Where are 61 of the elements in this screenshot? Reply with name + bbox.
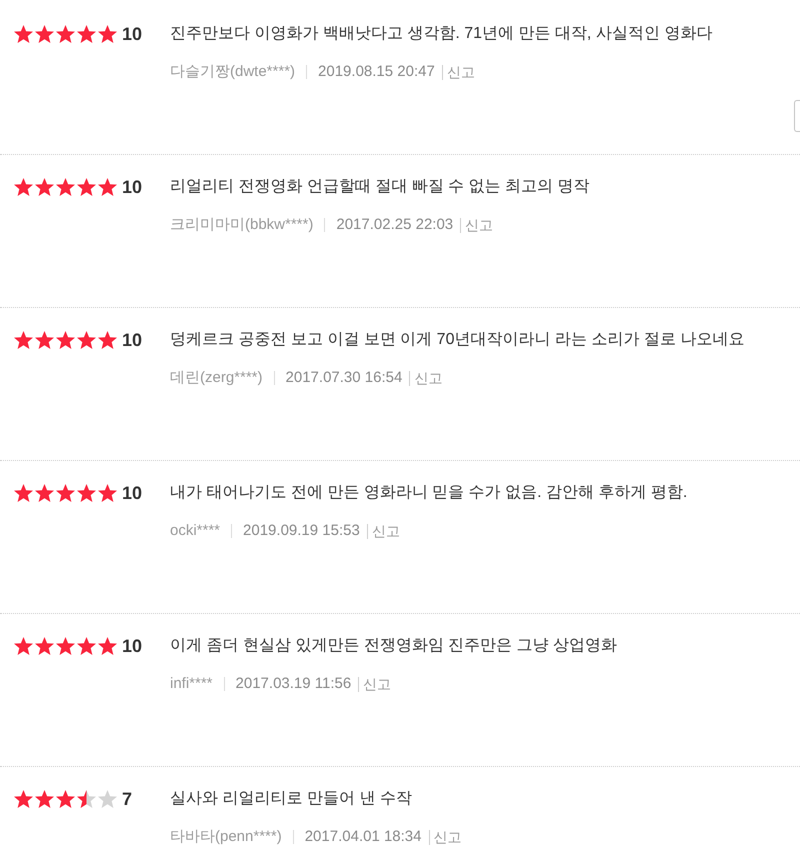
- star-icon: [14, 331, 33, 349]
- star-icon: [35, 484, 54, 502]
- star-icon: [56, 25, 75, 43]
- review-date: 2017.07.30 16:54: [286, 368, 402, 388]
- report-link[interactable]: 신고: [363, 674, 392, 694]
- star-icon: [77, 637, 96, 655]
- star-icon: [77, 178, 96, 196]
- report-link[interactable]: 신고: [434, 826, 462, 848]
- review-author: 데린(zerg****): [170, 368, 263, 388]
- review-date: 2017.04.01 18:34: [304, 826, 422, 847]
- star-icon: [14, 484, 33, 502]
- review-author: 타바타(penn****): [170, 826, 282, 847]
- star-icon: [35, 25, 54, 43]
- review-text: 실사와 리얼리티로 만들어 낸 수작: [170, 789, 412, 809]
- star-icon: [14, 790, 33, 808]
- report-link[interactable]: 신고: [414, 368, 442, 388]
- star-icon: [56, 637, 75, 655]
- rating-score: 10: [122, 23, 144, 45]
- half-star-icon: [77, 790, 96, 808]
- star-icon: [98, 331, 117, 349]
- review-text: 리얼리티 전쟁영화 언급할때 절대 빠질 수 없는 최고의 명작: [170, 177, 590, 197]
- star-icon: [98, 178, 117, 196]
- review-text: 이게 좀더 현실삼 있게만든 전쟁영화임 진주만은 그냥 상업영화: [170, 636, 618, 656]
- review-author: 크리미마미(bbkw****): [170, 214, 314, 235]
- star-icon: [35, 178, 54, 196]
- star-icon: [35, 790, 54, 808]
- star-icon: [14, 25, 33, 43]
- rating-score: 10: [122, 635, 144, 657]
- star-icon: [77, 484, 96, 502]
- rating-score: 10: [122, 329, 144, 351]
- report-link[interactable]: 신고: [465, 214, 494, 236]
- star-icon: [77, 331, 96, 349]
- star-icon: [98, 25, 117, 43]
- report-link[interactable]: 신고: [372, 520, 400, 542]
- rating-score: 7: [122, 788, 134, 810]
- star-icon: [98, 637, 117, 655]
- star-icon: [56, 484, 75, 502]
- rating-score: 10: [122, 176, 144, 198]
- star-icon: [56, 178, 75, 196]
- star-icon: [56, 331, 75, 349]
- star-icon: [77, 25, 96, 43]
- review-date: 2019.08.15 20:47: [318, 62, 435, 82]
- side-button[interactable]: [794, 100, 800, 132]
- review-author: infi****: [170, 674, 213, 694]
- review-date: 2017.02.25 22:03: [336, 214, 454, 235]
- rating-score: 10: [122, 482, 144, 504]
- star-icon: [35, 331, 54, 349]
- review-text: 내가 태어나기도 전에 만든 영화라니 믿을 수가 없음. 감안해 후하게 평함.: [170, 483, 688, 503]
- report-link[interactable]: 신고: [446, 62, 475, 82]
- review-date: 2019.09.19 15:53: [243, 520, 360, 541]
- star-icon: [98, 484, 117, 502]
- review-date: 2017.03.19 11:56: [236, 674, 352, 694]
- review-author: ocki****: [170, 520, 220, 541]
- review-author: 다슬기짱(dwte****): [170, 62, 296, 82]
- star-icon: [14, 637, 33, 655]
- star-icon: [98, 790, 117, 808]
- star-icon: [35, 637, 54, 655]
- star-icon: [56, 790, 75, 808]
- review-text: 진주만보다 이영화가 백배낫다고 생각함. 71년에 만든 대작, 사실적인 영화다: [170, 24, 712, 44]
- star-icon: [14, 178, 33, 196]
- review-text: 덩케르크 공중전 보고 이걸 보면 이게 70년대작이라니 라는 소리가 절로 나오네요: [170, 330, 744, 350]
